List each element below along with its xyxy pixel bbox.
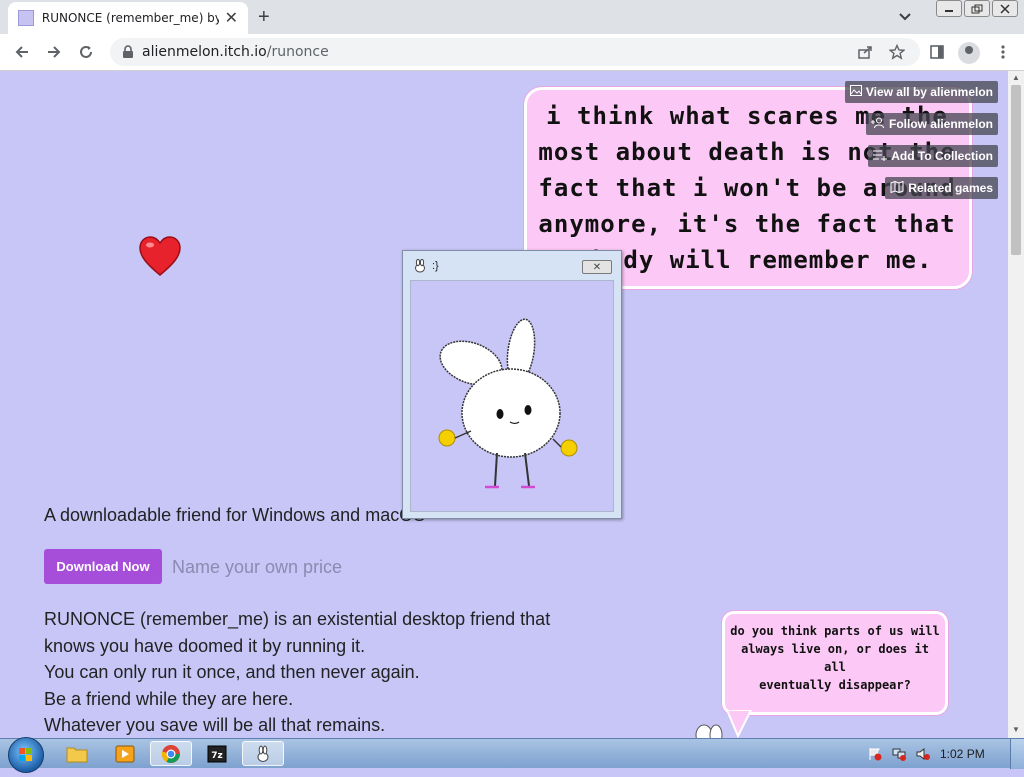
itch-favicon-icon — [18, 10, 34, 26]
url-path: /runonce — [266, 44, 329, 60]
svg-text:7z: 7z — [211, 751, 223, 761]
taskbar-explorer[interactable] — [56, 741, 98, 766]
minimize-button[interactable] — [936, 0, 962, 17]
bookmark-star-icon[interactable] — [888, 43, 906, 61]
popup-content — [410, 280, 614, 512]
scroll-down-icon[interactable]: ▼ — [1011, 725, 1021, 735]
taskbar-chrome[interactable] — [150, 741, 192, 766]
windows-logo-icon — [19, 748, 32, 761]
follow-label: Follow alienmelon — [888, 117, 993, 131]
window-controls — [936, 0, 1018, 17]
follow-button[interactable]: Follow alienmelon — [865, 113, 998, 135]
7zip-icon: 7z — [207, 745, 227, 762]
taskbar-clock[interactable]: 1:02 PM — [940, 747, 985, 761]
side-panel-icon[interactable] — [928, 43, 946, 61]
browser-toolbar: alienmelon.itch.io/runonce — [0, 34, 1024, 71]
speech-line: anymore, it's the fact that — [538, 210, 956, 238]
taskbar-7zip[interactable]: 7z — [196, 741, 238, 766]
map-icon — [890, 180, 904, 196]
taskbar-media[interactable] — [104, 741, 146, 766]
back-arrow-icon[interactable] — [10, 40, 34, 64]
url-host: alienmelon.itch.io — [142, 44, 267, 60]
window-close-button[interactable] — [992, 0, 1018, 17]
popup-close-button[interactable]: ✕ — [582, 260, 612, 274]
scroll-up-icon[interactable]: ▲ — [1011, 73, 1021, 83]
add-collection-label: Add To Collection — [891, 149, 993, 163]
network-icon[interactable] — [892, 747, 906, 761]
reload-icon[interactable] — [74, 40, 98, 64]
friend-popup-window[interactable]: :} ✕ — [402, 250, 622, 519]
speech-bubble-tail — [726, 710, 753, 738]
popup-titlebar[interactable]: :} ✕ — [403, 251, 621, 279]
taskbar-runonce[interactable] — [242, 741, 284, 766]
add-collection-icon — [873, 149, 888, 164]
follow-user-icon — [870, 117, 885, 132]
bunny-character[interactable] — [411, 281, 613, 511]
address-bar[interactable]: alienmelon.itch.io/runonce — [110, 38, 920, 66]
description-line: Be a friend while they are here. — [44, 688, 294, 709]
tab-close-icon[interactable]: ✕ — [225, 8, 238, 28]
forward-arrow-icon[interactable] — [42, 40, 66, 64]
game-tagline: A downloadable friend for Windows and ma… — [44, 505, 426, 525]
lock-icon[interactable] — [122, 45, 134, 59]
view-all-button[interactable]: View all by alienmelon — [844, 81, 998, 103]
itch-user-tools: View all by alienmelon Follow alienmelon… — [844, 81, 998, 199]
windows-taskbar: 7z 1:02 PM — [0, 737, 1024, 773]
view-all-label: View all by alienmelon — [865, 85, 993, 99]
popup-title: :} — [432, 260, 439, 272]
chrome-icon — [161, 744, 180, 763]
tab-search-icon[interactable] — [896, 8, 914, 26]
game-description: RUNONCE (remember_me) is an existential … — [44, 606, 550, 738]
browser-tab[interactable]: RUNONCE (remember_me) by alienmelon ✕ — [8, 2, 248, 34]
add-to-collection-button[interactable]: Add To Collection — [868, 145, 998, 167]
image-icon — [849, 85, 862, 99]
media-player-icon — [115, 745, 135, 762]
scrollbar-thumb[interactable] — [1011, 85, 1021, 255]
tab-strip: RUNONCE (remember_me) by alienmelon ✕ + — [0, 0, 1024, 34]
profile-avatar-icon[interactable] — [958, 42, 980, 64]
speech-line: always live on, or does it all — [741, 642, 929, 674]
related-games-label: Related games — [908, 181, 993, 195]
share-icon[interactable] — [856, 43, 874, 61]
tab-title: RUNONCE (remember_me) by alienmelon — [41, 11, 219, 25]
volume-muted-icon[interactable] — [916, 747, 930, 761]
description-line: knows you have doomed it by running it. — [44, 635, 366, 656]
speech-line: do you think parts of us will — [730, 624, 940, 638]
bunny-app-icon — [257, 745, 269, 762]
bunny-ears-icon — [695, 724, 723, 738]
restore-button[interactable] — [964, 0, 990, 17]
related-games-button[interactable]: Related games — [885, 177, 998, 199]
menu-dots-icon[interactable] — [994, 43, 1012, 61]
speech-bubble-small-text: do you think parts of us will always liv… — [729, 622, 941, 694]
description-line: Whatever you save will be all that remai… — [44, 715, 386, 735]
speech-bubble-small: do you think parts of us will always liv… — [722, 611, 948, 715]
description-line: You can only run it once, and then never… — [44, 662, 420, 682]
show-desktop-button[interactable] — [1010, 739, 1024, 769]
page-scrollbar[interactable]: ▲ ▼ — [1008, 71, 1024, 738]
url-text: alienmelon.itch.io/runonce — [142, 44, 329, 60]
folder-icon — [66, 747, 88, 762]
new-tab-button[interactable]: + — [258, 6, 270, 29]
price-hint: Name your own price — [172, 557, 343, 577]
speech-line: eventually disappear? — [759, 678, 911, 692]
download-now-button[interactable]: Download Now — [44, 549, 162, 584]
action-center-flag-icon[interactable] — [868, 747, 882, 761]
bunny-app-icon — [415, 259, 425, 273]
description-line: RUNONCE (remember_me) is an existential … — [44, 609, 551, 629]
heart-icon — [139, 236, 181, 276]
